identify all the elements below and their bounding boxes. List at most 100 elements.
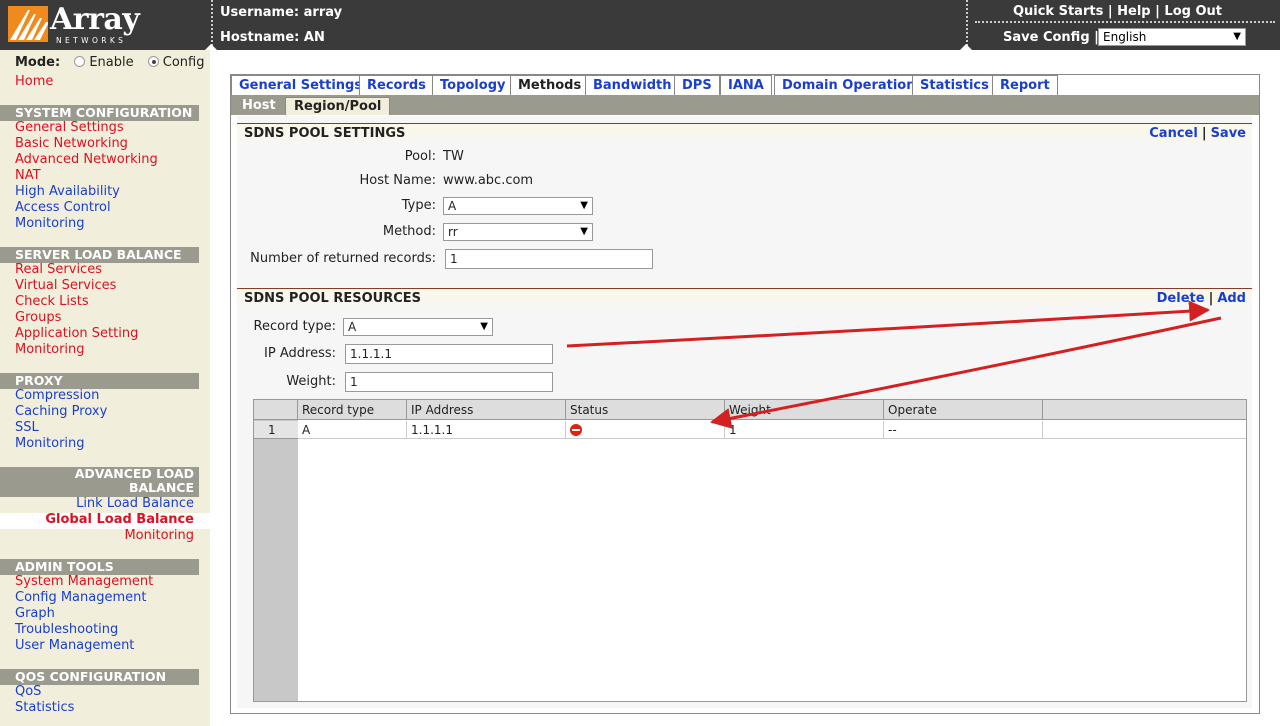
save-button[interactable]: Save bbox=[1211, 126, 1246, 141]
ip-address-label: IP Address: bbox=[264, 346, 336, 361]
pool-settings-header: SDNS POOL SETTINGS bbox=[237, 123, 1252, 145]
cancel-button[interactable]: Cancel bbox=[1149, 126, 1198, 141]
tab-domain-operation[interactable]: Domain Operation bbox=[774, 75, 924, 95]
sidebar-item-general-settings[interactable]: General Settings bbox=[15, 120, 124, 135]
record-type-select[interactable]: A ▼ bbox=[343, 318, 493, 336]
sidebar-item-home[interactable]: Home bbox=[15, 74, 53, 89]
pool-label: Pool: bbox=[404, 149, 436, 164]
column-header-ip-address[interactable]: IP Address bbox=[407, 400, 566, 420]
delete-button[interactable]: Delete bbox=[1157, 291, 1205, 306]
sidebar-header-admin-tools: ADMIN TOOLS bbox=[0, 559, 199, 575]
tab-iana[interactable]: IANA bbox=[720, 75, 772, 95]
sidebar-item-qos[interactable]: QoS bbox=[15, 684, 41, 699]
pool-value: TW bbox=[443, 149, 464, 164]
cell-record-type[interactable]: A bbox=[298, 421, 407, 439]
sidebar-item-check-lists[interactable]: Check Lists bbox=[15, 294, 89, 309]
type-select[interactable]: A ▼ bbox=[443, 197, 593, 215]
weight-input[interactable]: 1 bbox=[345, 372, 553, 392]
sidebar-item-monitoring[interactable]: Monitoring bbox=[15, 216, 85, 231]
sidebar-item-virtual-services[interactable]: Virtual Services bbox=[15, 278, 116, 293]
ip-address-input[interactable]: 1.1.1.1 bbox=[345, 344, 553, 364]
tab-dps[interactable]: DPS bbox=[674, 75, 720, 95]
action-separator: | bbox=[1201, 126, 1207, 141]
tab-general-settings[interactable]: General Settings bbox=[231, 75, 371, 95]
column-header-filler bbox=[1043, 400, 1246, 420]
sidebar-item-system-management[interactable]: System Management bbox=[15, 574, 153, 589]
link-separator: | bbox=[1107, 4, 1118, 19]
column-header-operate[interactable]: Operate bbox=[884, 400, 1043, 420]
sidebar-item-caching-proxy[interactable]: Caching Proxy bbox=[15, 404, 107, 419]
sidebar-item-graph[interactable]: Graph bbox=[15, 606, 55, 621]
mode-config-label[interactable]: Config bbox=[163, 55, 205, 70]
record-type-label: Record type: bbox=[253, 319, 336, 334]
save-config-link[interactable]: Save Config | bbox=[1003, 30, 1099, 45]
host-name-label: Host Name: bbox=[359, 173, 436, 188]
minus-circle-icon[interactable] bbox=[570, 424, 582, 436]
cell-weight[interactable]: 1 bbox=[725, 421, 884, 439]
column-header-record-type[interactable]: Record type bbox=[298, 400, 407, 420]
tab-report[interactable]: Report bbox=[992, 75, 1058, 95]
cell-ip-address[interactable]: 1.1.1.1 bbox=[407, 421, 566, 439]
save-config-label[interactable]: Save Config bbox=[1003, 30, 1090, 45]
log-out-link[interactable]: Log Out bbox=[1164, 4, 1222, 19]
sidebar-item-groups[interactable]: Groups bbox=[15, 310, 61, 325]
tab-bandwidth[interactable]: Bandwidth bbox=[585, 75, 680, 95]
sidebar-item-basic-networking[interactable]: Basic Networking bbox=[15, 136, 128, 151]
tab-methods[interactable]: Methods bbox=[510, 75, 590, 95]
help-link[interactable]: Help bbox=[1117, 4, 1150, 19]
language-select[interactable]: English ▼ bbox=[1098, 28, 1246, 46]
pool-settings-actions: Cancel | Save bbox=[1149, 126, 1246, 141]
sidebar-item-global-load-balance[interactable]: Global Load Balance bbox=[45, 512, 194, 527]
tab-records[interactable]: Records bbox=[359, 75, 434, 95]
record-type-select-value: A bbox=[348, 320, 357, 334]
sidebar-item-nat[interactable]: NAT bbox=[15, 168, 41, 183]
quick-starts-link[interactable]: Quick Starts bbox=[1013, 4, 1103, 19]
sidebar-item-config-management[interactable]: Config Management bbox=[15, 590, 146, 605]
action-separator: | bbox=[1208, 291, 1214, 306]
hostname-label: Hostname: AN bbox=[220, 30, 325, 45]
sidebar-item-monitoring[interactable]: Monitoring bbox=[124, 528, 194, 543]
sidebar-item-monitoring[interactable]: Monitoring bbox=[15, 342, 85, 357]
column-header-weight[interactable]: Weight bbox=[725, 400, 884, 420]
column-header-status[interactable]: Status bbox=[566, 400, 725, 420]
sidebar-item-advanced-networking[interactable]: Advanced Networking bbox=[15, 152, 158, 167]
sidebar-item-monitoring[interactable]: Monitoring bbox=[15, 436, 85, 451]
sidebar-item-statistics[interactable]: Statistics bbox=[15, 700, 74, 715]
subtab-region-pool[interactable]: Region/Pool bbox=[285, 97, 391, 115]
header-dotted-rule bbox=[975, 21, 1275, 23]
returned-records-label: Number of returned records: bbox=[250, 251, 436, 266]
sidebar-item-link-load-balance[interactable]: Link Load Balance bbox=[76, 496, 194, 511]
tab-statistics[interactable]: Statistics bbox=[912, 75, 997, 95]
sidebar-item-high-availability[interactable]: High Availability bbox=[15, 184, 120, 199]
sidebar-header-line: ADVANCED LOAD bbox=[74, 466, 194, 481]
sidebar-header-advanced-load-balance: ADVANCED LOAD BALANCE bbox=[0, 467, 199, 497]
mode-label: Mode: bbox=[15, 55, 61, 70]
chevron-down-icon: ▼ bbox=[580, 226, 588, 237]
array-networks-logo[interactable]: Array NETWORKS bbox=[8, 2, 208, 46]
sidebar-item-user-management[interactable]: User Management bbox=[15, 638, 134, 653]
chevron-down-icon: ▼ bbox=[580, 200, 588, 211]
returned-records-input[interactable]: 1 bbox=[445, 249, 653, 269]
sidebar-item-access-control[interactable]: Access Control bbox=[15, 200, 111, 215]
header-links: Quick Starts | Help | Log Out bbox=[1013, 4, 1222, 19]
top-header: Array NETWORKS Username: array Hostname:… bbox=[0, 0, 1280, 50]
sidebar-item-application-setting[interactable]: Application Setting bbox=[15, 326, 138, 341]
subtab-host[interactable]: Host bbox=[234, 97, 284, 115]
mode-enable-radio[interactable] bbox=[74, 56, 86, 67]
sidebar-item-real-services[interactable]: Real Services bbox=[15, 262, 102, 277]
username-label: Username: array bbox=[220, 5, 343, 20]
mode-config-radio[interactable] bbox=[147, 56, 159, 67]
cell-operate[interactable]: -- bbox=[884, 421, 1043, 439]
cell-status[interactable] bbox=[566, 421, 725, 439]
logo-mark-icon bbox=[8, 6, 48, 42]
sidebar-item-ssl[interactable]: SSL bbox=[15, 420, 39, 435]
add-button[interactable]: Add bbox=[1217, 291, 1246, 306]
sidebar-item-compression[interactable]: Compression bbox=[15, 388, 99, 403]
method-select[interactable]: rr ▼ bbox=[443, 223, 593, 241]
sidebar: Mode: Enable Config Home SYSTEM CONFIGUR… bbox=[0, 50, 210, 726]
tab-topology[interactable]: Topology bbox=[432, 75, 514, 95]
host-name-value: www.abc.com bbox=[443, 173, 534, 188]
sidebar-item-troubleshooting[interactable]: Troubleshooting bbox=[15, 622, 118, 637]
mode-enable-label[interactable]: Enable bbox=[89, 55, 133, 70]
sidebar-header-proxy: PROXY bbox=[0, 373, 199, 389]
